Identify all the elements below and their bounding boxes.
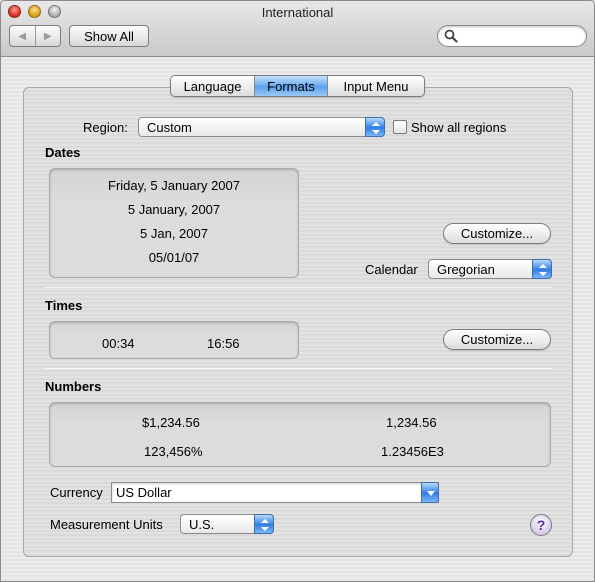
date-long: 5 January, 2007	[127, 202, 221, 217]
times-sample-box: 00:34 16:56	[49, 321, 299, 359]
date-medium: 5 Jan, 2007	[140, 226, 208, 241]
popup-arrows-icon	[532, 259, 552, 279]
window-title: International	[261, 5, 334, 20]
times-heading: Times	[45, 298, 83, 313]
preferences-window: International ◀ ▶ Show All Language Form…	[0, 0, 595, 582]
region-label: Region:	[83, 120, 128, 135]
dates-heading: Dates	[45, 145, 81, 160]
back-forward-control: ◀ ▶	[9, 25, 61, 47]
time-long: 16:56	[207, 336, 240, 351]
currency-sample: $1,234.56	[142, 415, 200, 430]
decimal-sample: 1,234.56	[386, 415, 437, 430]
tab-formats[interactable]: Formats	[255, 76, 328, 96]
times-customize-button[interactable]: Customize...	[443, 329, 551, 350]
search-field[interactable]	[437, 25, 587, 47]
divider	[45, 287, 552, 288]
forward-arrow-icon[interactable]: ▶	[36, 26, 61, 46]
measurement-units-label: Measurement Units	[50, 517, 163, 532]
date-full: Friday, 5 January 2007	[108, 178, 240, 193]
show-all-button[interactable]: Show All	[69, 25, 149, 47]
popup-arrows-icon	[254, 514, 274, 534]
measurement-units-popup[interactable]: U.S.	[180, 514, 274, 534]
currency-field[interactable]	[116, 484, 416, 501]
help-icon[interactable]: ?	[530, 514, 552, 536]
tab-input-menu[interactable]: Input Menu	[328, 76, 424, 96]
divider	[45, 368, 552, 369]
numbers-heading: Numbers	[45, 379, 102, 394]
date-short: 05/01/07	[148, 250, 200, 265]
search-icon	[444, 29, 458, 43]
combo-arrow-icon[interactable]	[421, 482, 439, 503]
time-short: 00:34	[102, 336, 135, 351]
calendar-popup[interactable]: Gregorian	[428, 259, 552, 279]
title-bar: International ◀ ▶ Show All	[1, 1, 594, 57]
show-all-regions-checkbox[interactable]	[393, 120, 407, 134]
calendar-label: Calendar	[365, 262, 418, 277]
currency-label: Currency	[50, 485, 103, 500]
percent-sample: 123,456%	[144, 444, 203, 459]
show-all-regions-label: Show all regions	[411, 120, 507, 135]
region-value: Custom	[147, 119, 192, 135]
region-popup[interactable]: Custom	[138, 117, 385, 137]
back-arrow-icon[interactable]: ◀	[10, 26, 36, 46]
numbers-sample-box: $1,234.56 1,234.56 123,456% 1.23456E3	[49, 402, 551, 467]
scientific-sample: 1.23456E3	[381, 444, 444, 459]
currency-combo-box[interactable]	[111, 482, 439, 503]
dates-sample-box: Friday, 5 January 2007 5 January, 2007 5…	[49, 168, 299, 278]
dates-customize-button[interactable]: Customize...	[443, 223, 551, 244]
search-input[interactable]	[460, 28, 580, 44]
popup-arrows-icon	[365, 117, 385, 137]
tab-bar: Language Formats Input Menu	[170, 75, 425, 97]
calendar-value: Gregorian	[437, 261, 495, 277]
measurement-units-value: U.S.	[189, 516, 215, 532]
tab-language[interactable]: Language	[171, 76, 255, 96]
